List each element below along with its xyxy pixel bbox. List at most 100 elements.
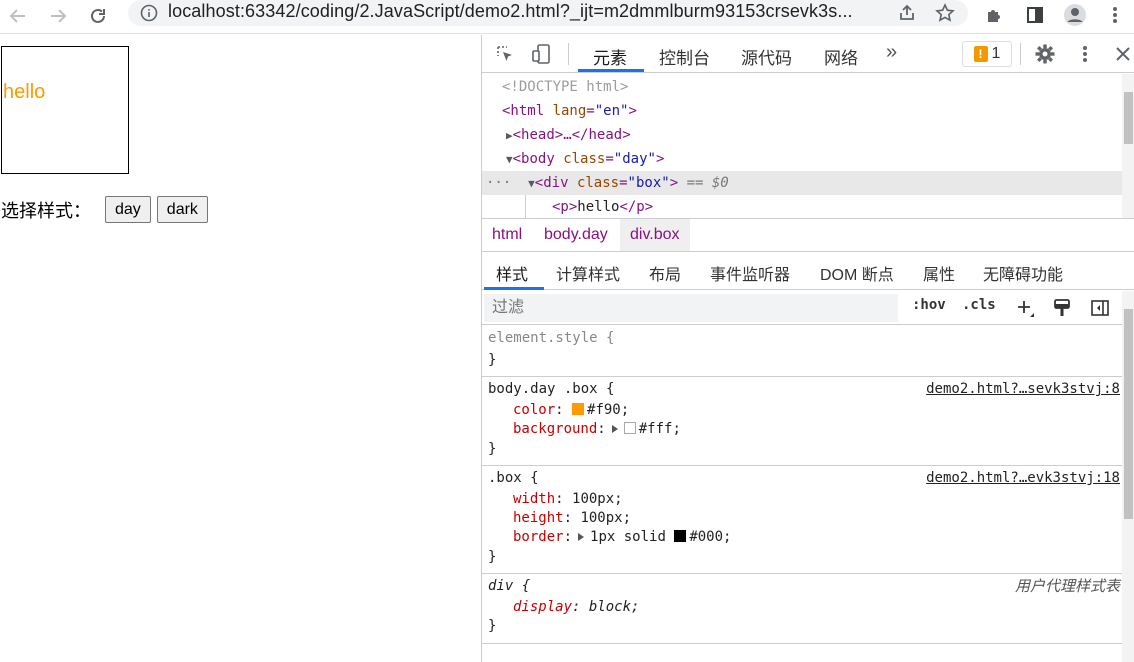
body-tag: <body — [512, 151, 564, 167]
body-attr-value: "day" — [613, 151, 656, 167]
tree-row-p[interactable]: <p>hello</p> — [482, 195, 1122, 219]
share-button[interactable] — [894, 0, 920, 26]
new-rule-button[interactable] — [1012, 295, 1038, 321]
p-close-tag: </p> — [619, 199, 654, 215]
div-tag: <div — [534, 175, 577, 191]
avatar-icon — [1064, 4, 1086, 26]
expand-triangle-icon[interactable] — [578, 533, 585, 541]
arrow-right-icon — [51, 9, 67, 23]
breadcrumb-div[interactable]: div.box — [620, 219, 690, 251]
tab-elements[interactable]: 元素 — [593, 44, 627, 69]
bookmark-button[interactable] — [932, 0, 958, 26]
declaration-height[interactable]: height: 100px; — [513, 509, 631, 528]
forward-button[interactable] — [44, 2, 72, 30]
declaration-width[interactable]: width: 100px; — [513, 490, 623, 509]
tree-row-body[interactable]: ▼<body class="day"> — [482, 147, 1122, 171]
more-vertical-icon — [1113, 7, 1117, 23]
rule-body-day-box: body.day .box { demo2.html?…sevk3stvj:8 … — [482, 377, 1122, 466]
device-toolbar-button[interactable] — [528, 41, 554, 67]
collapse-caret-icon[interactable]: ▼ — [506, 153, 513, 166]
class-toggle-button[interactable]: .cls — [962, 297, 996, 313]
address-bar[interactable]: localhost:63342/coding/2.JavaScript/demo… — [128, 0, 968, 26]
tab-sources[interactable]: 源代码 — [741, 44, 792, 69]
share-icon — [900, 4, 914, 20]
tab-network[interactable]: 网络 — [824, 44, 858, 69]
row-menu-icon[interactable]: ··· — [486, 175, 511, 191]
color-format-button[interactable] — [1049, 295, 1075, 321]
subtab-dom-breakpoints[interactable]: DOM 断点 — [820, 261, 894, 285]
subtab-layout[interactable]: 布局 — [649, 261, 681, 285]
tree-row-html[interactable]: <html lang="en"> — [482, 99, 1122, 123]
html-tag: <html — [502, 103, 553, 119]
rule-close: } — [488, 549, 497, 565]
rule-element-style: element.style { } — [482, 326, 1122, 377]
html-attr-value: "en" — [594, 103, 629, 119]
rule-selector[interactable]: element.style { — [488, 329, 614, 348]
browser-menu-button[interactable] — [1102, 2, 1128, 28]
tree-row-doctype[interactable]: <!DOCTYPE html> — [482, 75, 1122, 99]
subtab-event-listeners[interactable]: 事件监听器 — [710, 261, 790, 285]
property-name: display — [513, 599, 573, 615]
style-chooser: 选择样式： day dark — [1, 196, 208, 223]
property-value: #fff; — [638, 421, 681, 437]
toolbar-separator — [1020, 43, 1021, 65]
issues-button[interactable]: ! 1 — [962, 41, 1012, 67]
rule-selector[interactable]: body.day .box { — [488, 380, 614, 399]
reload-button[interactable] — [84, 2, 112, 30]
scrollbar-thumb[interactable] — [1124, 309, 1133, 519]
property-value: 100px; — [580, 510, 632, 526]
devtools-menu-button[interactable] — [1072, 41, 1098, 67]
declaration-background[interactable]: background: #fff; — [513, 420, 681, 439]
side-panel-button[interactable] — [1022, 2, 1048, 28]
breadcrumb-html[interactable]: html — [482, 219, 532, 251]
expand-caret-icon[interactable]: ▶ — [506, 129, 513, 142]
inspect-element-button[interactable] — [492, 41, 518, 67]
filter-input[interactable] — [484, 294, 898, 322]
toggle-sidebar-button[interactable] — [1087, 295, 1113, 321]
collapse-caret-icon[interactable]: ▼ — [528, 177, 535, 190]
rule-source-link[interactable]: demo2.html?…evk3stvj:18 — [926, 469, 1120, 488]
declaration-border[interactable]: border: 1px solid #000; — [513, 528, 731, 547]
back-button[interactable] — [4, 2, 32, 30]
url-text[interactable]: localhost:63342/coding/2.JavaScript/demo… — [168, 1, 853, 22]
active-tab-indicator — [578, 69, 644, 72]
color-swatch-icon[interactable] — [572, 403, 585, 415]
declaration-display: display: block; — [513, 599, 640, 615]
subtab-accessibility[interactable]: 无障碍功能 — [983, 261, 1063, 285]
breadcrumb-body[interactable]: body.day — [534, 219, 618, 251]
tab-console[interactable]: 控制台 — [659, 44, 710, 69]
issue-flag-icon: ! — [973, 46, 988, 62]
more-tabs-button[interactable]: » — [886, 41, 897, 64]
color-swatch-icon[interactable] — [623, 422, 636, 434]
property-value: 100px; — [572, 491, 623, 507]
profile-button[interactable] — [1062, 2, 1088, 28]
rule-user-agent-div: div { 用户代理样式表 display: block; } — [482, 574, 1122, 644]
paint-brush-icon — [1054, 299, 1070, 316]
head-tag: <head>…</head> — [512, 127, 631, 143]
expand-triangle-icon[interactable] — [611, 425, 618, 433]
subtab-styles[interactable]: 样式 — [496, 261, 528, 285]
rule-selector[interactable]: .box { — [488, 469, 539, 488]
property-value: 1px solid — [590, 529, 666, 545]
dark-button[interactable]: dark — [156, 196, 208, 223]
rule-source-link[interactable]: demo2.html?…sevk3stvj:8 — [926, 380, 1120, 399]
cursor-select-icon — [497, 46, 512, 61]
declaration-color[interactable]: color: #f90; — [513, 401, 629, 420]
dom-tree-scrollbar[interactable] — [1122, 74, 1134, 219]
subtab-computed[interactable]: 计算样式 — [556, 261, 620, 285]
hover-state-button[interactable]: :hov — [912, 297, 946, 313]
tree-row-head[interactable]: ▶<head>…</head> — [482, 123, 1122, 147]
user-agent-label: 用户代理样式表 — [1014, 578, 1120, 595]
scrollbar-thumb[interactable] — [1124, 92, 1133, 144]
day-button[interactable]: day — [105, 196, 151, 223]
styles-scrollbar[interactable] — [1122, 291, 1134, 662]
color-swatch-icon[interactable] — [674, 530, 687, 542]
subtab-properties[interactable]: 属性 — [923, 261, 955, 285]
close-devtools-button[interactable] — [1110, 41, 1134, 67]
extensions-button[interactable] — [982, 2, 1008, 28]
info-icon[interactable] — [140, 4, 158, 22]
tree-row-div-selected[interactable]: ··· ▼<div class="box"> == $0 — [482, 171, 1122, 195]
settings-button[interactable] — [1032, 41, 1058, 67]
demo-box: hello — [1, 46, 129, 174]
sidebar-toggle-icon — [1091, 300, 1109, 316]
